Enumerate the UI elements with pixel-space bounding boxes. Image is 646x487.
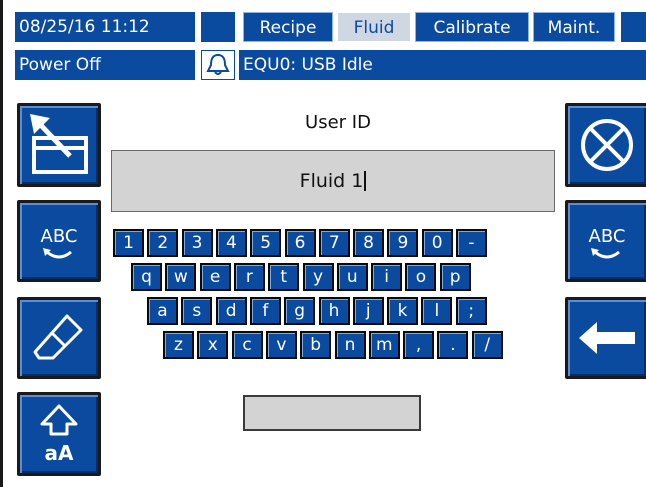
user-id-label: User ID [305, 112, 371, 133]
key-7[interactable]: 7 [318, 229, 350, 257]
key-x[interactable]: x [197, 331, 229, 359]
key-y[interactable]: y [302, 263, 334, 291]
power-status: Power Off [19, 55, 101, 75]
key-p[interactable]: p [439, 263, 471, 291]
key-u[interactable]: u [336, 263, 368, 291]
exit-arrow-icon [30, 114, 88, 174]
shift-arrow-icon: aA [40, 404, 78, 465]
key-l[interactable]: l [421, 297, 453, 325]
key-v[interactable]: v [265, 331, 297, 359]
event-message-bar: EQU0: USB Idle [239, 50, 646, 80]
bell-icon [206, 53, 230, 75]
key-6[interactable]: 6 [284, 229, 316, 257]
key-b[interactable]: b [300, 331, 332, 359]
abc-mode-button-left[interactable]: ABC [17, 200, 101, 282]
key-w[interactable]: w [165, 263, 197, 291]
abc-mode-button-right[interactable]: ABC [565, 200, 646, 282]
event-message: EQU0: USB Idle [243, 55, 373, 75]
text-cursor [364, 171, 367, 191]
key-c[interactable]: c [231, 331, 263, 359]
key-3[interactable]: 3 [181, 229, 213, 257]
eraser-icon [33, 314, 83, 360]
key-e[interactable]: e [199, 263, 231, 291]
key-period[interactable]: . [437, 331, 469, 359]
left-arrow-icon [579, 322, 635, 354]
key-1[interactable]: 1 [113, 229, 144, 257]
abc-toggle-icon: ABC [589, 226, 626, 259]
key-4[interactable]: 4 [215, 229, 247, 257]
key-m[interactable]: m [368, 331, 400, 359]
key-q[interactable]: q [131, 263, 162, 291]
key-s[interactable]: s [181, 297, 213, 325]
key-slash[interactable]: / [471, 331, 503, 359]
alarm-box[interactable] [201, 50, 235, 80]
key-0[interactable]: 0 [421, 229, 453, 257]
exit-screen-button[interactable] [17, 103, 101, 187]
key-dash[interactable]: - [456, 229, 487, 257]
key-z[interactable]: z [163, 331, 194, 359]
key-semicolon[interactable]: ; [455, 297, 487, 325]
svg-text:ABC: ABC [41, 226, 78, 247]
user-id-value: Fluid 1 [299, 170, 364, 192]
shift-button[interactable]: aA [17, 392, 101, 476]
key-5[interactable]: 5 [250, 229, 282, 257]
key-k[interactable]: k [387, 297, 419, 325]
key-f[interactable]: f [249, 297, 281, 325]
keyboard-screen: 08/25/16 11:12 Recipe Fluid Calibrate Ma… [0, 0, 646, 487]
space-bar[interactable] [243, 395, 421, 431]
header-spacer [201, 12, 235, 42]
key-t[interactable]: t [268, 263, 300, 291]
key-d[interactable]: d [215, 297, 247, 325]
tab-fluid[interactable]: Fluid [337, 12, 411, 42]
cancel-x-icon [581, 119, 633, 171]
power-status-bar: Power Off [15, 50, 195, 80]
key-8[interactable]: 8 [353, 229, 385, 257]
key-j[interactable]: j [352, 297, 384, 325]
key-a[interactable]: a [147, 297, 178, 325]
abc-toggle-icon: ABC [41, 226, 78, 259]
tab-maint[interactable]: Maint. [533, 12, 615, 42]
key-comma[interactable]: , [403, 331, 435, 359]
key-h[interactable]: h [318, 297, 350, 325]
backspace-button[interactable] [565, 297, 646, 379]
svg-text:aA: aA [45, 441, 74, 465]
key-r[interactable]: r [233, 263, 265, 291]
datetime-bar: 08/25/16 11:12 [15, 12, 195, 42]
svg-text:ABC: ABC [589, 226, 626, 247]
tab-calibrate[interactable]: Calibrate [415, 12, 529, 42]
key-o[interactable]: o [405, 263, 437, 291]
datetime: 08/25/16 11:12 [19, 17, 150, 37]
user-id-input[interactable]: Fluid 1 [111, 150, 555, 212]
key-n[interactable]: n [334, 331, 366, 359]
header-end-block [621, 12, 646, 42]
key-2[interactable]: 2 [147, 229, 179, 257]
key-g[interactable]: g [284, 297, 316, 325]
key-i[interactable]: i [371, 263, 403, 291]
tab-recipe[interactable]: Recipe [243, 12, 333, 42]
key-9[interactable]: 9 [387, 229, 419, 257]
erase-button[interactable] [17, 297, 101, 379]
cancel-button[interactable] [565, 103, 646, 187]
